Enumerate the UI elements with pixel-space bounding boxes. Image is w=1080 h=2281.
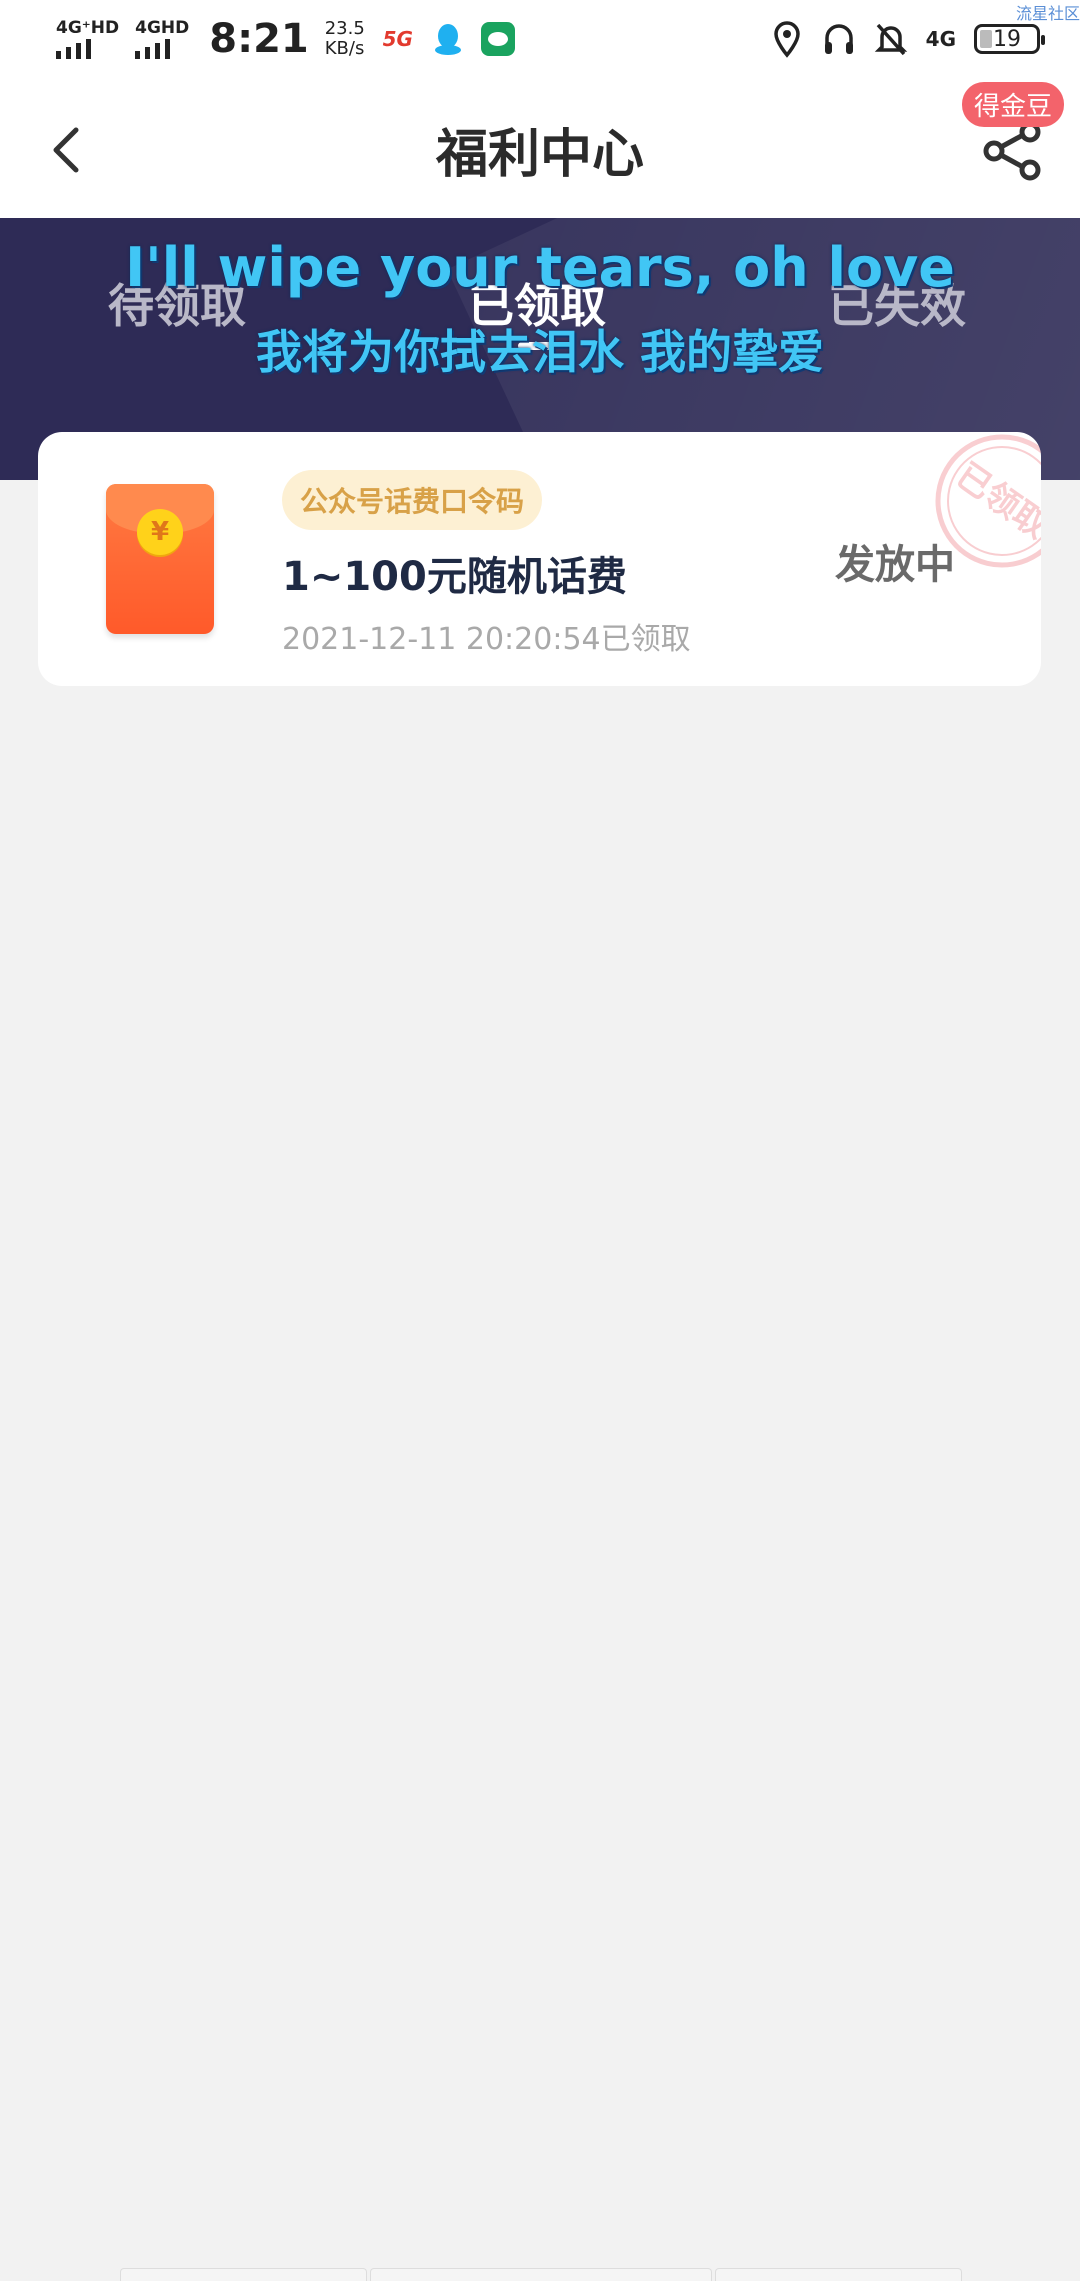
5g-label: 5G — [382, 27, 413, 51]
sim2-label: 4GHD — [135, 18, 190, 38]
location-icon — [773, 21, 800, 58]
wechat-app-icon — [480, 22, 515, 56]
sim1-label: 4G⁺HD — [56, 18, 120, 38]
lyric-overlay-chinese: 我将为你拭去泪水 我的挚爱 — [255, 325, 824, 379]
stamp-text: 已领取 — [949, 455, 1041, 546]
sim2-signal-icon: 4GHD — [135, 19, 189, 59]
speed-unit: KB/s — [324, 38, 365, 59]
bottom-tab-1[interactable] — [120, 2268, 367, 2281]
page-title: 福利中心 — [435, 125, 644, 185]
reward-card[interactable]: ¥ 公众号话费口令码 1~100元随机话费 2021-12-11 20:20:5… — [38, 432, 1041, 686]
watermark-text: 流星社区 — [1015, 4, 1080, 23]
speed-value: 23.5 — [324, 18, 365, 39]
reward-title: 1~100元随机话费 — [282, 554, 627, 600]
bottom-tab-3[interactable] — [715, 2268, 962, 2281]
5g-icon: 5G — [381, 22, 415, 56]
lyric-overlay-english: I'll wipe your tears, oh love — [125, 236, 955, 299]
headphones-icon — [824, 24, 853, 54]
status-left: 4G⁺HD 4GHD 8:21 23.5 KB/s 5G — [56, 16, 515, 62]
claim-timestamp: 2021-12-11 20:20:54已领取 — [282, 622, 691, 657]
mute-bell-icon — [874, 23, 907, 56]
network-speed: 23.5 KB/s — [325, 19, 365, 59]
claimed-stamp-icon: 已领取 — [935, 434, 1041, 568]
clock: 8:21 — [209, 16, 309, 62]
gold-bean-badge[interactable]: 得金豆 — [961, 82, 1064, 127]
share-icon[interactable] — [982, 120, 1044, 182]
mobile-data-indicator: 4G — [925, 27, 956, 51]
sim1-signal-icon: 4G⁺HD — [56, 19, 119, 59]
coin-icon: ¥ — [137, 509, 183, 555]
reward-tag: 公众号话费口令码 — [282, 470, 543, 530]
red-envelope-icon: ¥ — [106, 484, 214, 634]
battery-icon: 19 — [974, 24, 1045, 54]
bottom-tab-2[interactable] — [370, 2268, 712, 2281]
qq-icon — [431, 22, 465, 56]
bottom-nav-edge — [0, 2268, 1080, 2281]
app-header: 福利中心 得金豆 — [0, 82, 1080, 218]
status-right: 4G 19 — [770, 20, 1045, 58]
status-bar: 4G⁺HD 4GHD 8:21 23.5 KB/s 5G 4G 19 流星社区 — [0, 0, 1080, 82]
battery-level: 19 — [993, 26, 1021, 52]
